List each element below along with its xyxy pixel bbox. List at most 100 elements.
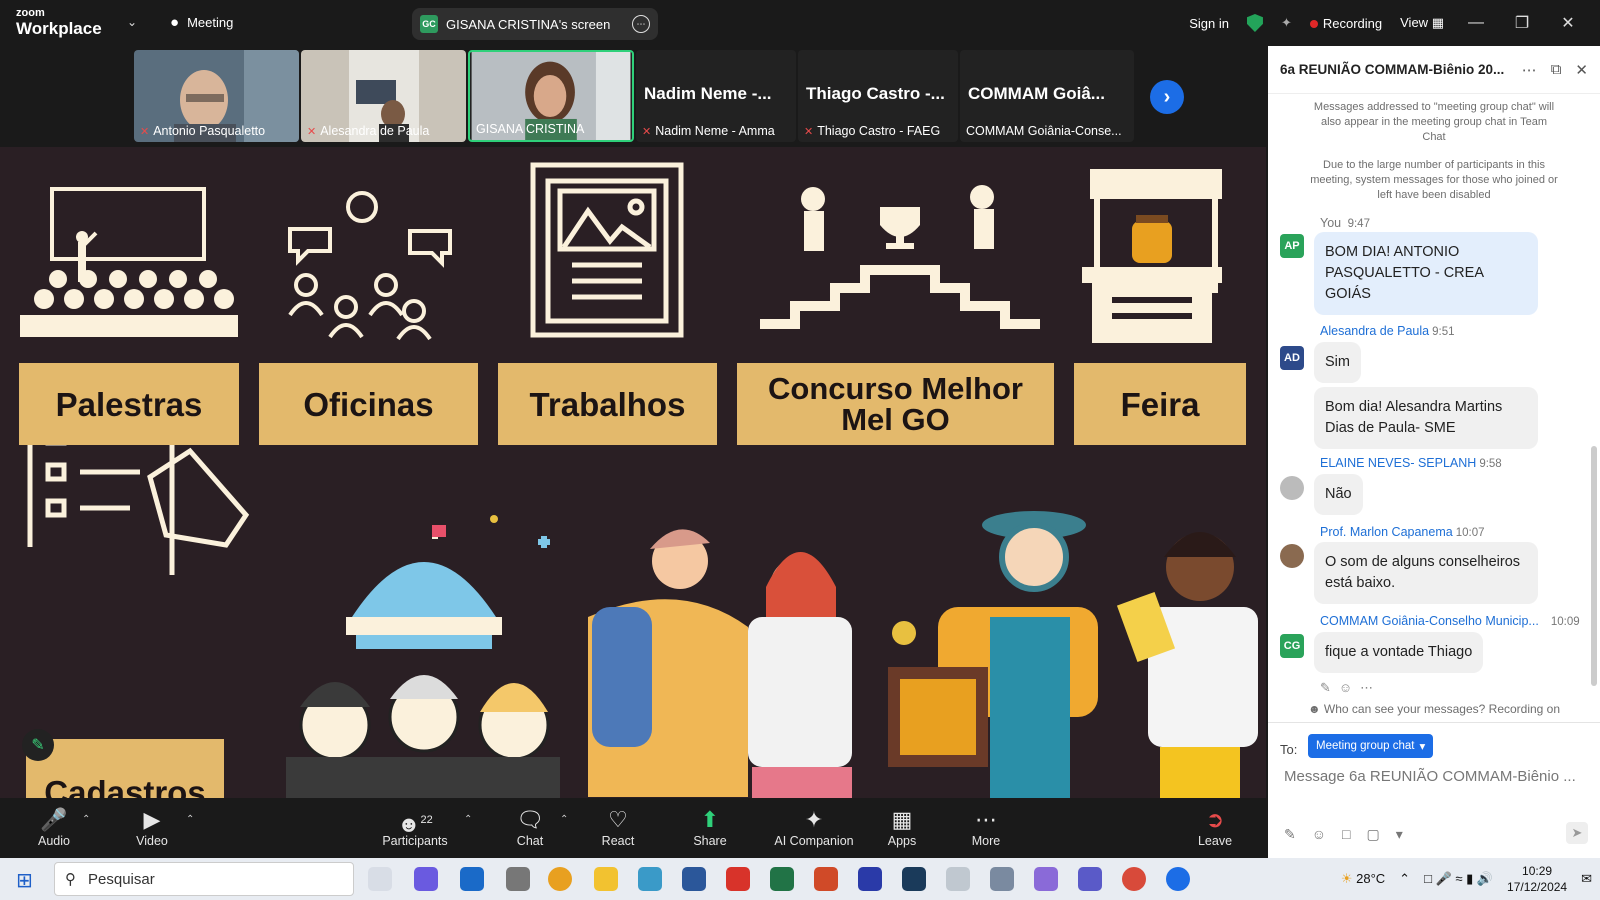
restore-icon[interactable]: ❐	[1508, 13, 1536, 33]
app-icon[interactable]	[902, 867, 926, 891]
message-meta: COMMAM Goiânia-Conselho Municip... 10:09	[1320, 614, 1590, 628]
chat-message[interactable]: BOM DIA! ANTONIO PASQUALETTO - CREA GOIÁ…	[1314, 232, 1538, 315]
apps-button[interactable]: ▦ Apps	[862, 806, 942, 848]
participant-tile[interactable]: COMMAM Goiâ... COMMAM Goiânia-Conse...	[960, 50, 1134, 142]
chat-label: Chat	[516, 834, 544, 848]
app-icon[interactable]	[858, 867, 882, 891]
minimize-icon[interactable]: —	[1462, 14, 1490, 32]
meeting-menu[interactable]: ● Meeting	[170, 14, 233, 31]
shield-icon[interactable]	[1246, 14, 1263, 32]
avatar-photo	[1280, 476, 1304, 500]
more-button[interactable]: ⋯ More	[946, 806, 1026, 848]
windows-start-icon[interactable]: ⊞	[16, 868, 33, 893]
participant-tile[interactable]: ✕ Alesandra de Paula	[301, 50, 466, 142]
beekeeper-illustration	[888, 511, 1098, 798]
settings-gear-icon[interactable]	[506, 867, 530, 891]
annotate-pen-icon[interactable]: ✎	[22, 729, 54, 761]
teams-icon[interactable]	[1078, 867, 1102, 891]
slide-graphics	[20, 162, 1258, 798]
app-icon[interactable]	[638, 867, 662, 891]
recipient-select[interactable]: Meeting group chat ▾	[1308, 734, 1434, 758]
chrome-icon[interactable]	[1122, 867, 1146, 891]
participant-tile[interactable]: ✕ Antonio Pasqualetto	[134, 50, 299, 142]
chat-message[interactable]: Bom dia! Alesandra Martins Dias de Paula…	[1314, 387, 1538, 449]
tray-icons[interactable]: □ 🎤 ≈ ▮ 🔊	[1424, 871, 1493, 887]
temperature: 28°C	[1356, 871, 1386, 886]
participants-options-icon[interactable]: ⌃	[464, 814, 472, 825]
audio-button[interactable]: 🎤 Audio	[14, 806, 94, 848]
message-actions[interactable]: ✎☺⋯	[1320, 680, 1381, 696]
word-icon[interactable]	[682, 867, 706, 891]
app-icon[interactable]	[946, 867, 970, 891]
ai-companion-button[interactable]: ✦ AI Companion	[768, 806, 860, 848]
chat-bubble-icon: 🗨	[516, 807, 544, 832]
chat-options-icon[interactable]: ⌃	[560, 814, 568, 825]
next-page-button[interactable]: ›	[1150, 80, 1184, 114]
sender-name: Alesandra de Paula	[1320, 324, 1430, 338]
participant-tile-active[interactable]: GISANA CRISTINA	[468, 50, 634, 142]
screen-share-indicator[interactable]: GC GISANA CRISTINA's screen ⋯	[412, 8, 658, 40]
weather-widget[interactable]: ☀ 28°C	[1341, 871, 1385, 887]
r-icon[interactable]	[990, 867, 1014, 891]
taskbar-search[interactable]: ⚲ Pesquisar	[54, 862, 354, 896]
zoom-logo: zoom Workplace	[16, 8, 102, 38]
privacy-note[interactable]: ☻ Who can see your messages? Recording o…	[1268, 702, 1600, 716]
pop-out-icon[interactable]: ⧉	[1551, 61, 1562, 78]
message-input[interactable]: Message 6a REUNIÃO COMMAM-Biênio ...	[1284, 768, 1584, 785]
sparkle-icon[interactable]: ✦	[1281, 15, 1292, 31]
notifications-icon[interactable]: ✉	[1581, 871, 1592, 887]
message-time: 10:07	[1455, 527, 1485, 539]
copilot-icon[interactable]	[414, 867, 438, 891]
label-feira: Feira	[1074, 363, 1246, 445]
chevron-up-icon[interactable]: ⌃	[1399, 871, 1410, 887]
leave-button[interactable]: ➲ Leave	[1175, 806, 1255, 848]
avatar: AP	[1280, 234, 1304, 258]
close-icon[interactable]: ✕	[1575, 61, 1588, 79]
to-label: To:	[1280, 742, 1298, 757]
paw-icon: ●	[170, 14, 180, 31]
close-icon[interactable]: ✕	[1554, 13, 1582, 33]
system-note: Due to the large number of participants …	[1310, 159, 1558, 201]
view-button[interactable]: View ▦	[1400, 15, 1444, 31]
chat-message[interactable]: O som de alguns conselheiros está baixo.	[1314, 542, 1538, 604]
outlook-icon[interactable]	[460, 867, 484, 891]
compose-tools[interactable]: ✎☺□▢▾	[1284, 826, 1419, 843]
chat-message[interactable]: Não	[1314, 474, 1363, 515]
participants-button[interactable]: ☻22 Participants	[374, 806, 456, 848]
avatar: AD	[1280, 346, 1304, 370]
react-button[interactable]: ♡ React	[578, 806, 658, 848]
chat-scrollbar[interactable]	[1591, 446, 1597, 686]
zoom-icon[interactable]	[1166, 867, 1190, 891]
share-button[interactable]: ⬆ Share	[670, 806, 750, 848]
video-button[interactable]: ▶ Video	[112, 806, 192, 848]
powerpoint-icon[interactable]	[814, 867, 838, 891]
recording-indicator[interactable]: Recording	[1309, 16, 1382, 31]
chrome-icon[interactable]	[548, 867, 572, 891]
honey-stand-icon	[1082, 169, 1222, 343]
chat-message[interactable]: Sim	[1314, 342, 1361, 383]
sign-in-button[interactable]: Sign in	[1189, 16, 1229, 31]
chat-message[interactable]: fique a vontade Thiago	[1314, 632, 1484, 673]
clock[interactable]: 10:29 17/12/2024	[1507, 863, 1567, 895]
label-oficinas: Oficinas	[259, 363, 478, 445]
task-view-icon[interactable]	[368, 867, 392, 891]
file-explorer-icon[interactable]	[594, 867, 618, 891]
participant-tile[interactable]: Thiago Castro -... ✕ Thiago Castro - FAEG	[798, 50, 958, 142]
video-options-icon[interactable]: ⌃	[186, 814, 194, 825]
participant-strip: ✕ Antonio Pasqualetto ✕ Alesandra de Paula…	[0, 46, 1266, 146]
participant-tile[interactable]: Nadim Neme -... ✕ Nadim Neme - Amma	[636, 50, 796, 142]
privacy-text: Who can see your messages? Recording on	[1323, 702, 1561, 716]
lecture-icon	[50, 187, 206, 261]
acrobat-icon[interactable]	[726, 867, 750, 891]
more-options-icon[interactable]: ⋯	[1522, 61, 1537, 79]
excel-icon[interactable]	[770, 867, 794, 891]
audio-options-icon[interactable]: ⌃	[82, 814, 90, 825]
chevron-down-icon[interactable]: ⌄	[127, 15, 137, 29]
share-avatar: GC	[420, 15, 438, 33]
more-options-icon[interactable]: ⋯	[632, 15, 650, 33]
app-icon[interactable]	[1034, 867, 1058, 891]
send-icon[interactable]: ➤	[1566, 822, 1588, 844]
mic-muted-icon: 🎤	[40, 807, 68, 832]
participant-big-name: Thiago Castro -...	[806, 84, 945, 103]
chat-button[interactable]: 🗨 Chat	[490, 806, 570, 848]
